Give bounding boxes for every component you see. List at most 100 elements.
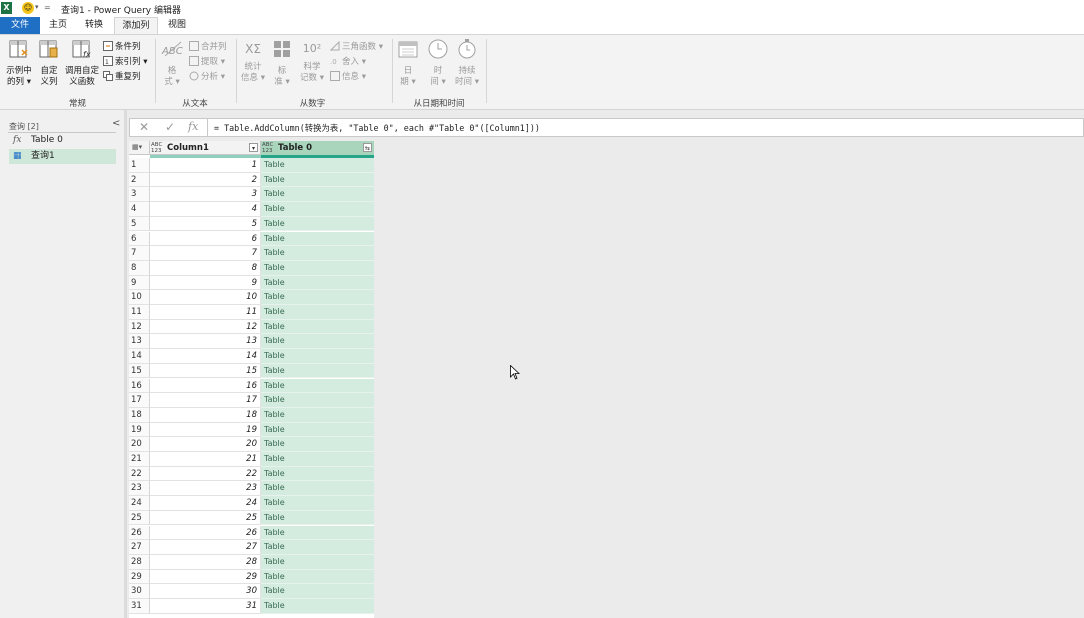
cell-table-link[interactable]: Table [261,437,374,452]
duration-button[interactable]: 持续 时间 ▾ [453,38,481,88]
table-row[interactable]: 16 16 Table [129,378,374,394]
table-row[interactable]: 25 25 Table [129,510,374,526]
conditional-column-button[interactable]: 条件列 [103,41,141,53]
row-number[interactable]: 14 [129,349,150,364]
table-row[interactable]: 30 30 Table [129,584,374,599]
cell-column1[interactable]: 17 [150,393,261,408]
table-row[interactable]: 4 4 Table [129,202,374,217]
table-row[interactable]: 8 8 Table [129,260,374,276]
table-row[interactable]: 21 21 Table [129,452,374,467]
table-row[interactable]: 7 7 Table [129,246,374,261]
row-number[interactable]: 18 [129,407,150,423]
row-number[interactable]: 6 [129,231,150,247]
duplicate-column-button[interactable]: 重复列 [103,71,141,83]
cell-column1[interactable]: 25 [150,510,261,526]
table-row[interactable]: 18 18 Table [129,407,374,423]
cell-column1[interactable]: 20 [150,437,261,452]
row-number[interactable]: 10 [129,290,150,305]
cell-column1[interactable]: 21 [150,452,261,467]
cell-table-link[interactable]: Table [261,599,374,614]
row-number[interactable]: 4 [129,202,150,217]
query-item-query1[interactable]: ▦ 查询1 [9,149,116,164]
trigonometry-button[interactable]: 三角函数 ▾ [330,41,383,53]
cell-table-link[interactable]: Table [261,525,374,541]
table-row[interactable]: 9 9 Table [129,275,374,291]
cell-column1[interactable]: 11 [150,305,261,320]
cell-column1[interactable]: 14 [150,349,261,364]
table-row[interactable]: 14 14 Table [129,349,374,364]
parse-button[interactable]: 分析 ▾ [189,71,225,83]
column-from-examples-button[interactable]: 示例中 的列 ▾ [4,38,34,88]
row-number[interactable]: 7 [129,246,150,261]
cell-column1[interactable]: 1 [150,158,261,173]
merge-columns-button[interactable]: 合并列 [189,41,227,53]
cell-table-link[interactable]: Table [261,172,374,188]
cell-table-link[interactable]: Table [261,334,374,350]
table-row[interactable]: 1 1 Table [129,158,374,173]
fx-icon[interactable]: fx [188,120,198,133]
cell-table-link[interactable]: Table [261,305,374,320]
cell-column1[interactable]: 13 [150,334,261,350]
cell-table-link[interactable]: Table [261,393,374,408]
row-number[interactable]: 21 [129,452,150,467]
pane-splitter[interactable] [124,110,127,618]
table-row[interactable]: 28 28 Table [129,554,374,570]
qat-customize-icon[interactable]: = [44,3,51,12]
cell-column1[interactable]: 5 [150,216,261,232]
cancel-icon[interactable]: ✕ [139,120,149,134]
cell-table-link[interactable]: Table [261,452,374,467]
cell-table-link[interactable]: Table [261,422,374,438]
cell-table-link[interactable]: Table [261,407,374,423]
rounding-button[interactable]: .0 舍入 ▾ [330,56,366,68]
cell-table-link[interactable]: Table [261,481,374,497]
row-number[interactable]: 29 [129,569,150,585]
cell-column1[interactable]: 3 [150,187,261,203]
cell-column1[interactable]: 19 [150,422,261,438]
row-number[interactable]: 31 [129,599,150,614]
row-number[interactable]: 22 [129,466,150,482]
row-number[interactable]: 17 [129,393,150,408]
cell-table-link[interactable]: Table [261,378,374,394]
scientific-button[interactable]: 10² 科学 记数 ▾ [299,38,325,84]
row-number[interactable]: 30 [129,584,150,599]
table-row[interactable]: 2 2 Table [129,172,374,188]
table-row[interactable]: 10 10 Table [129,290,374,305]
table-row[interactable]: 11 11 Table [129,305,374,320]
cell-column1[interactable]: 31 [150,599,261,614]
date-button[interactable]: 日 期 ▾ [396,38,420,88]
row-number[interactable]: 3 [129,187,150,203]
cell-column1[interactable]: 4 [150,202,261,217]
cell-column1[interactable]: 24 [150,496,261,511]
row-number[interactable]: 26 [129,525,150,541]
row-number[interactable]: 19 [129,422,150,438]
cell-column1[interactable]: 16 [150,378,261,394]
index-column-button[interactable]: 1 索引列 ▾ [103,56,147,68]
row-number[interactable]: 27 [129,540,150,555]
statistics-button[interactable]: XΣ 统计 信息 ▾ [240,38,266,84]
query-item-table-0[interactable]: fx Table 0 [9,133,116,148]
cell-table-link[interactable]: Table [261,584,374,599]
standard-button[interactable]: 标 准 ▾ [270,38,294,88]
cell-column1[interactable]: 7 [150,246,261,261]
cell-table-link[interactable]: Table [261,466,374,482]
row-number[interactable]: 11 [129,305,150,320]
cell-column1[interactable]: 30 [150,584,261,599]
row-number[interactable]: 20 [129,437,150,452]
cell-table-link[interactable]: Table [261,349,374,364]
cell-table-link[interactable]: Table [261,275,374,291]
cell-column1[interactable]: 6 [150,231,261,247]
row-number[interactable]: 13 [129,334,150,350]
extract-button[interactable]: 提取 ▾ [189,56,225,68]
row-number[interactable]: 8 [129,260,150,276]
cell-table-link[interactable]: Table [261,231,374,247]
table-row[interactable]: 31 31 Table [129,599,374,614]
tab-transform[interactable]: 转换 [76,17,112,34]
qat-dropdown-icon[interactable]: ▾ [35,3,39,11]
table-row[interactable]: 29 29 Table [129,569,374,585]
commit-icon[interactable]: ✓ [165,120,175,134]
table-row[interactable]: 17 17 Table [129,393,374,408]
row-number[interactable]: 24 [129,496,150,511]
cell-column1[interactable]: 18 [150,407,261,423]
cell-column1[interactable]: 29 [150,569,261,585]
row-number[interactable]: 15 [129,363,150,379]
